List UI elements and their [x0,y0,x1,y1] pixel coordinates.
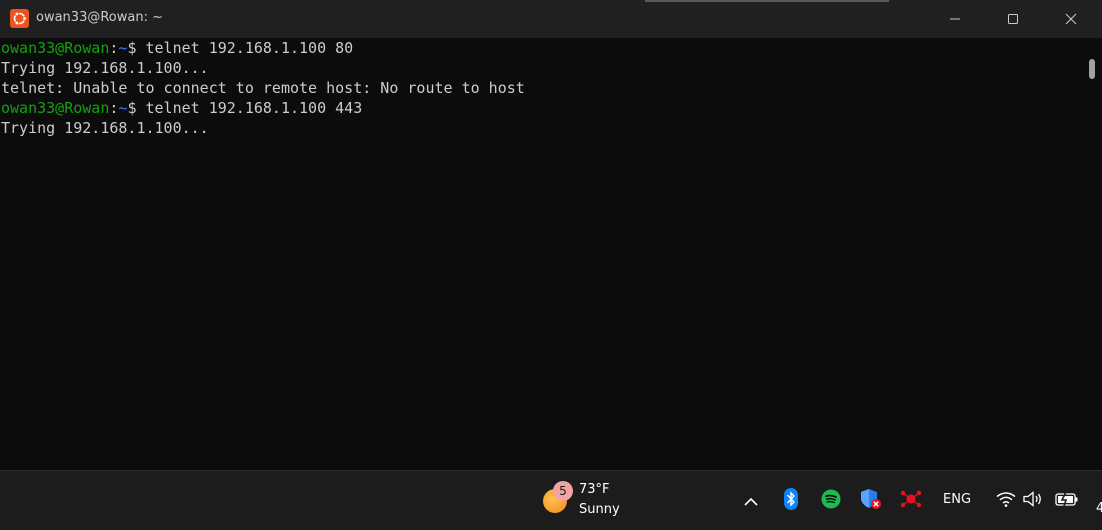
weather-badge: 5 [553,481,573,501]
bluetooth-icon [784,488,798,514]
terminal-line: Trying 192.168.1.100... [1,119,209,137]
wifi-tray-button[interactable] [993,488,1019,514]
spotify-tray-button[interactable] [818,488,844,514]
red-app-icon [900,489,922,513]
scrollbar-thumb[interactable] [1089,59,1095,79]
wifi-icon [996,491,1016,511]
prompt-dollar: $ [127,39,146,57]
security-tray-button[interactable] [858,488,884,514]
close-button[interactable] [1042,0,1100,38]
shield-warning-icon [860,488,882,514]
title-bar-accent [645,0,889,2]
volume-icon [1023,491,1043,511]
maximize-icon [1007,10,1019,29]
window-title: owan33@Rowan: ~ [36,10,163,25]
minimize-icon [949,10,961,29]
terminal-line: Trying 192.168.1.100... [1,59,209,77]
bluetooth-tray-button[interactable] [778,488,804,514]
input-language-indicator[interactable]: ENG [943,492,971,507]
terminal-output[interactable]: owan33@Rowan:~$ telnet 192.168.1.100 80 … [0,38,1081,470]
spotify-icon [821,489,841,513]
terminal-window: owan33@Rowan: ~ owan33@Rowan:~$ telnet 1… [0,0,1102,470]
app-tray-button[interactable] [898,488,924,514]
title-bar[interactable]: owan33@Rowan: ~ [0,0,1102,38]
show-hidden-icons-button[interactable] [738,488,764,514]
terminal-line: telnet: Unable to connect to remote host… [1,79,525,97]
chevron-up-icon [744,492,758,511]
maximize-button[interactable] [984,0,1042,38]
taskbar: 5 73°F Sunny ENG 4 [0,470,1102,530]
volume-tray-button[interactable] [1020,488,1046,514]
close-icon [1065,10,1077,29]
weather-condition[interactable]: Sunny [579,502,620,517]
battery-charging-icon [1055,491,1079,511]
terminal-line: owan33@Rowan:~$ telnet 192.168.1.100 80 [0,38,1081,58]
ubuntu-icon[interactable] [10,9,29,28]
command-text: telnet 192.168.1.100 80 [145,39,354,57]
command-text: telnet 192.168.1.100 443 [145,99,363,117]
prompt-dollar: $ [127,99,146,117]
vertical-scrollbar[interactable] [1081,38,1102,470]
clock-fragment[interactable]: 4 [1096,501,1102,516]
weather-temperature[interactable]: 73°F [579,482,610,497]
minimize-button[interactable] [926,0,984,38]
battery-tray-button[interactable] [1054,488,1080,514]
terminal-line: owan33@Rowan:~$ telnet 192.168.1.100 443 [0,98,1081,118]
prompt-user: owan33@Rowan [1,39,110,57]
prompt-user: owan33@Rowan [1,99,110,117]
